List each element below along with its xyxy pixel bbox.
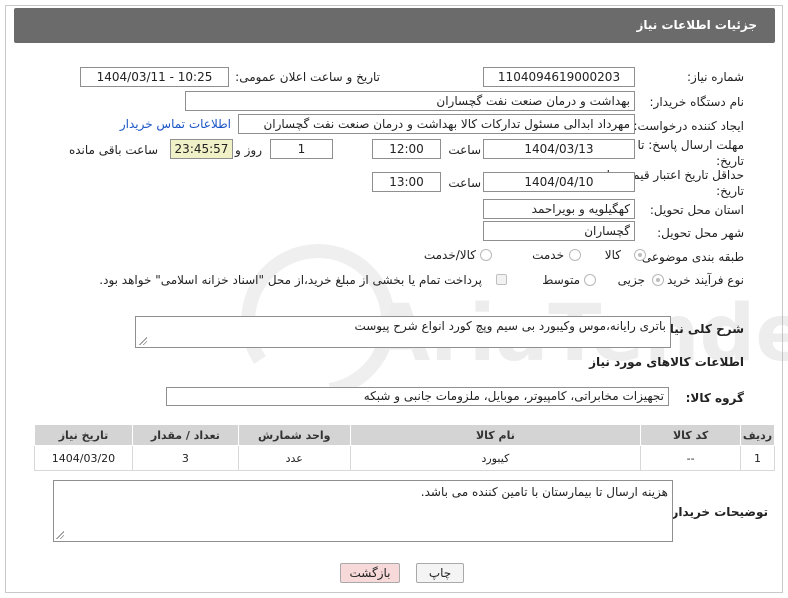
col-need-date: تاریخ نیاز xyxy=(34,424,133,446)
process-option-medium: متوسط xyxy=(542,273,580,287)
days-label: روز و xyxy=(235,143,262,157)
cell-unit: عدد xyxy=(237,445,351,471)
category-option-service: خدمت xyxy=(532,248,564,262)
remaining-days-field: 1 xyxy=(270,139,333,159)
cell-quantity: 3 xyxy=(131,445,239,471)
treasury-payment-note: پرداخت تمام یا بخشی از مبلغ خرید،از محل … xyxy=(99,273,482,287)
category-label: طبقه بندی موضوعی: xyxy=(637,250,744,264)
goods-group-label: گروه کالا: xyxy=(685,391,744,405)
category-radio-goods-service[interactable] xyxy=(480,249,492,261)
col-row-number: ردیف xyxy=(740,424,775,446)
category-option-goods-service: کالا/خدمت xyxy=(423,248,476,262)
buyer-notes-label: توضیحات خریدار: xyxy=(666,505,768,519)
table-row: 1 -- کیبورد عدد 3 1404/03/20 xyxy=(34,445,775,471)
category-radio-service[interactable] xyxy=(569,249,581,261)
col-quantity: تعداد / مقدار xyxy=(131,424,239,446)
deadline-label: مهلت ارسال پاسخ: تا تاریخ: xyxy=(637,138,744,168)
need-number-field: 1104094619000203 xyxy=(483,67,635,87)
goods-group-field: تجهیزات مخابراتی، کامپیوتر، موبایل، ملزو… xyxy=(166,387,669,406)
buyer-notes-field: هزینه ارسال تا بیمارستان با تامین کننده … xyxy=(53,480,673,542)
deadline-time-label: ساعت xyxy=(448,143,481,157)
page-title: جزئیات اطلاعات نیاز xyxy=(636,18,757,32)
process-radio-medium[interactable] xyxy=(584,274,596,286)
need-number-label: شماره نیاز: xyxy=(687,70,744,84)
back-button[interactable]: بازگشت xyxy=(340,563,400,583)
print-button[interactable]: چاپ xyxy=(416,563,464,583)
price-validity-date-field: 1404/04/10 xyxy=(483,172,635,192)
province-field: کهگیلویه و بویراحمد xyxy=(483,199,635,219)
resize-handle[interactable] xyxy=(139,337,147,345)
col-item-name: نام کالا xyxy=(349,424,642,446)
price-validity-time-field: 13:00 xyxy=(372,172,441,192)
category-option-goods: کالا xyxy=(604,248,621,262)
process-type-label: نوع فرآیند خرید : xyxy=(659,273,744,287)
cell-need-date: 1404/03/20 xyxy=(34,445,133,471)
city-label: شهر محل تحویل: xyxy=(657,226,744,240)
announce-datetime-label: تاریخ و ساعت اعلان عمومی: xyxy=(235,70,380,84)
process-radio-minor[interactable] xyxy=(652,274,664,286)
goods-table: ردیف کد کالا نام کالا واحد شمارش تعداد /… xyxy=(34,424,775,471)
col-unit: واحد شمارش xyxy=(237,424,351,446)
cell-item-name: کیبورد xyxy=(349,445,642,471)
goods-section-title: اطلاعات کالاهای مورد نیاز xyxy=(589,355,744,369)
remaining-time-field: 23:45:57 xyxy=(170,139,233,159)
announce-datetime-field: 1404/03/11 - 10:25 xyxy=(80,67,229,87)
table-header-row: ردیف کد کالا نام کالا واحد شمارش تعداد /… xyxy=(34,424,775,446)
category-radio-goods[interactable] xyxy=(634,249,646,261)
cell-item-code: -- xyxy=(640,445,742,471)
province-label: استان محل تحویل: xyxy=(649,203,744,217)
buyer-org-field: بهداشت و درمان صنعت نفت گچساران xyxy=(185,91,635,111)
description-field: باتری رایانه،موس وکیبورد بی سیم وپچ کورد… xyxy=(135,316,671,348)
process-option-minor: جزیی xyxy=(617,273,645,287)
deadline-date-field: 1404/03/13 xyxy=(483,139,635,159)
buyer-org-label: نام دستگاه خریدار: xyxy=(649,95,745,109)
buyer-contact-link[interactable]: اطلاعات تماس خریدار xyxy=(120,117,231,131)
price-validity-time-label: ساعت xyxy=(448,176,481,190)
col-item-code: کد کالا xyxy=(640,424,742,446)
page-header: جزئیات اطلاعات نیاز xyxy=(14,8,775,43)
creator-field: مهرداد ابدالی مسئول تدارکات کالا بهداشت … xyxy=(238,114,635,134)
treasury-payment-checkbox[interactable] xyxy=(496,274,507,285)
remaining-time-label: ساعت باقی مانده xyxy=(68,143,158,157)
city-field: گچساران xyxy=(483,221,635,241)
cell-row-number: 1 xyxy=(740,445,775,471)
deadline-time-field: 12:00 xyxy=(372,139,441,159)
notes-resize-handle[interactable] xyxy=(56,531,64,539)
creator-label: ایجاد کننده درخواست: xyxy=(633,119,744,133)
